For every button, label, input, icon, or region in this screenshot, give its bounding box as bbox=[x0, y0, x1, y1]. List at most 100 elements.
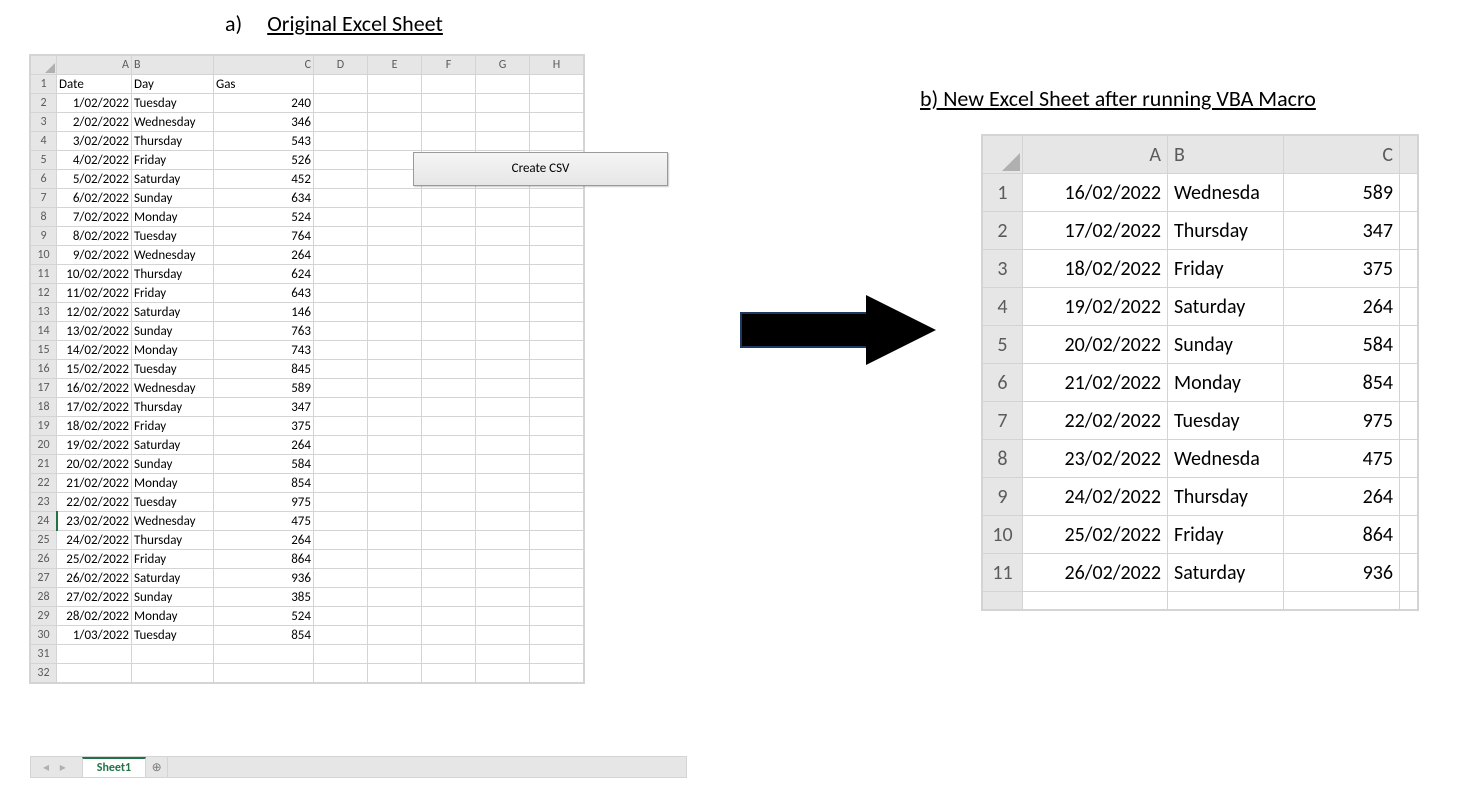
col-header-E[interactable]: E bbox=[368, 56, 422, 75]
row-header-30[interactable]: 30 bbox=[31, 626, 57, 645]
cell-A24[interactable]: 23/02/2022 bbox=[57, 512, 132, 531]
cell-B7[interactable]: Sunday bbox=[132, 189, 214, 208]
cell-C9[interactable]: 764 bbox=[214, 227, 314, 246]
col-header-C[interactable]: C bbox=[214, 56, 314, 75]
cell-C7[interactable]: 975 bbox=[1284, 402, 1400, 440]
row-header-19[interactable]: 19 bbox=[31, 417, 57, 436]
row-header-6[interactable]: 6 bbox=[983, 364, 1023, 402]
cell-C1[interactable]: 589 bbox=[1284, 174, 1400, 212]
row-header-8[interactable]: 8 bbox=[31, 208, 57, 227]
cell-A1[interactable]: Date bbox=[57, 75, 132, 94]
cell-A22[interactable]: 21/02/2022 bbox=[57, 474, 132, 493]
cell-B19[interactable]: Friday bbox=[132, 417, 214, 436]
cell-B20[interactable]: Saturday bbox=[132, 436, 214, 455]
row-header-16[interactable]: 16 bbox=[31, 360, 57, 379]
row-header-3[interactable]: 3 bbox=[31, 113, 57, 132]
cell-A3[interactable]: 18/02/2022 bbox=[1023, 250, 1168, 288]
cell-A18[interactable]: 17/02/2022 bbox=[57, 398, 132, 417]
cell-A29[interactable]: 28/02/2022 bbox=[57, 607, 132, 626]
cell-A11[interactable]: 26/02/2022 bbox=[1023, 554, 1168, 592]
select-all-corner-icon[interactable] bbox=[983, 136, 1023, 174]
cell-C18[interactable]: 347 bbox=[214, 398, 314, 417]
cell-C28[interactable]: 385 bbox=[214, 588, 314, 607]
row-header-9[interactable]: 9 bbox=[31, 227, 57, 246]
col-header-C[interactable]: C bbox=[1284, 136, 1400, 174]
cell-C8[interactable]: 524 bbox=[214, 208, 314, 227]
cell-B8[interactable]: Wednesda bbox=[1168, 440, 1284, 478]
cell-A10[interactable]: 25/02/2022 bbox=[1023, 516, 1168, 554]
cell-C7[interactable]: 634 bbox=[214, 189, 314, 208]
row-header-18[interactable]: 18 bbox=[31, 398, 57, 417]
cell-A30[interactable]: 1/03/2022 bbox=[57, 626, 132, 645]
row-header-21[interactable]: 21 bbox=[31, 455, 57, 474]
cell-B28[interactable]: Sunday bbox=[132, 588, 214, 607]
cell-B4[interactable]: Saturday bbox=[1168, 288, 1284, 326]
col-header-H[interactable]: H bbox=[530, 56, 584, 75]
cell-B16[interactable]: Tuesday bbox=[132, 360, 214, 379]
row-header-6[interactable]: 6 bbox=[31, 170, 57, 189]
row-header-5[interactable]: 5 bbox=[31, 151, 57, 170]
row-header-23[interactable]: 23 bbox=[31, 493, 57, 512]
cell-C20[interactable]: 264 bbox=[214, 436, 314, 455]
cell-A4[interactable]: 3/02/2022 bbox=[57, 132, 132, 151]
cell-C30[interactable]: 854 bbox=[214, 626, 314, 645]
cell-A2[interactable]: 17/02/2022 bbox=[1023, 212, 1168, 250]
row-header-8[interactable]: 8 bbox=[983, 440, 1023, 478]
row-header-2[interactable]: 2 bbox=[31, 94, 57, 113]
cell-B3[interactable]: Wednesday bbox=[132, 113, 214, 132]
cell-B25[interactable]: Thursday bbox=[132, 531, 214, 550]
cell-C4[interactable]: 543 bbox=[214, 132, 314, 151]
cell-C12[interactable]: 643 bbox=[214, 284, 314, 303]
select-all-corner-icon[interactable] bbox=[31, 56, 57, 75]
cell-B11[interactable]: Saturday bbox=[1168, 554, 1284, 592]
cell-C1[interactable]: Gas bbox=[214, 75, 314, 94]
cell-C11[interactable]: 624 bbox=[214, 265, 314, 284]
cell-A19[interactable]: 18/02/2022 bbox=[57, 417, 132, 436]
cell-C10[interactable]: 264 bbox=[214, 246, 314, 265]
cell-A20[interactable]: 19/02/2022 bbox=[57, 436, 132, 455]
cell-A14[interactable]: 13/02/2022 bbox=[57, 322, 132, 341]
row-header-15[interactable]: 15 bbox=[31, 341, 57, 360]
cell-C26[interactable]: 864 bbox=[214, 550, 314, 569]
row-header-26[interactable]: 26 bbox=[31, 550, 57, 569]
cell-B18[interactable]: Thursday bbox=[132, 398, 214, 417]
row-header-10[interactable]: 10 bbox=[31, 246, 57, 265]
cell-A6[interactable]: 21/02/2022 bbox=[1023, 364, 1168, 402]
add-sheet-icon[interactable]: ⊕ bbox=[146, 757, 168, 777]
cell-B9[interactable]: Thursday bbox=[1168, 478, 1284, 516]
cell-C2[interactable]: 240 bbox=[214, 94, 314, 113]
row-header-24[interactable]: 24 bbox=[31, 512, 57, 531]
cell-B9[interactable]: Tuesday bbox=[132, 227, 214, 246]
row-header-4[interactable]: 4 bbox=[31, 132, 57, 151]
row-header-22[interactable]: 22 bbox=[31, 474, 57, 493]
cell-C4[interactable]: 264 bbox=[1284, 288, 1400, 326]
row-header-3[interactable]: 3 bbox=[983, 250, 1023, 288]
cell-C10[interactable]: 864 bbox=[1284, 516, 1400, 554]
cell-B24[interactable]: Wednesday bbox=[132, 512, 214, 531]
cell-A27[interactable]: 26/02/2022 bbox=[57, 569, 132, 588]
cell-B22[interactable]: Monday bbox=[132, 474, 214, 493]
cell-B1[interactable]: Day bbox=[132, 75, 214, 94]
cell-B5[interactable]: Friday bbox=[132, 151, 214, 170]
cell-A5[interactable]: 4/02/2022 bbox=[57, 151, 132, 170]
row-header-32[interactable]: 32 bbox=[31, 664, 57, 683]
cell-A15[interactable]: 14/02/2022 bbox=[57, 341, 132, 360]
cell-B2[interactable]: Thursday bbox=[1168, 212, 1284, 250]
row-header-5[interactable]: 5 bbox=[983, 326, 1023, 364]
row-header-14[interactable]: 14 bbox=[31, 322, 57, 341]
cell-C3[interactable]: 346 bbox=[214, 113, 314, 132]
cell-C21[interactable]: 584 bbox=[214, 455, 314, 474]
cell-A16[interactable]: 15/02/2022 bbox=[57, 360, 132, 379]
cell-A9[interactable]: 8/02/2022 bbox=[57, 227, 132, 246]
cell-B27[interactable]: Saturday bbox=[132, 569, 214, 588]
cell-B10[interactable]: Friday bbox=[1168, 516, 1284, 554]
row-header-12[interactable]: 12 bbox=[31, 284, 57, 303]
cell-B2[interactable]: Tuesday bbox=[132, 94, 214, 113]
row-header-11[interactable]: 11 bbox=[983, 554, 1023, 592]
cell-A13[interactable]: 12/02/2022 bbox=[57, 303, 132, 322]
tab-nav-arrows-icon[interactable]: ◂ ▸ bbox=[31, 760, 82, 775]
row-header-20[interactable]: 20 bbox=[31, 436, 57, 455]
cell-B11[interactable]: Thursday bbox=[132, 265, 214, 284]
cell-B6[interactable]: Monday bbox=[1168, 364, 1284, 402]
cell-B12[interactable]: Friday bbox=[132, 284, 214, 303]
